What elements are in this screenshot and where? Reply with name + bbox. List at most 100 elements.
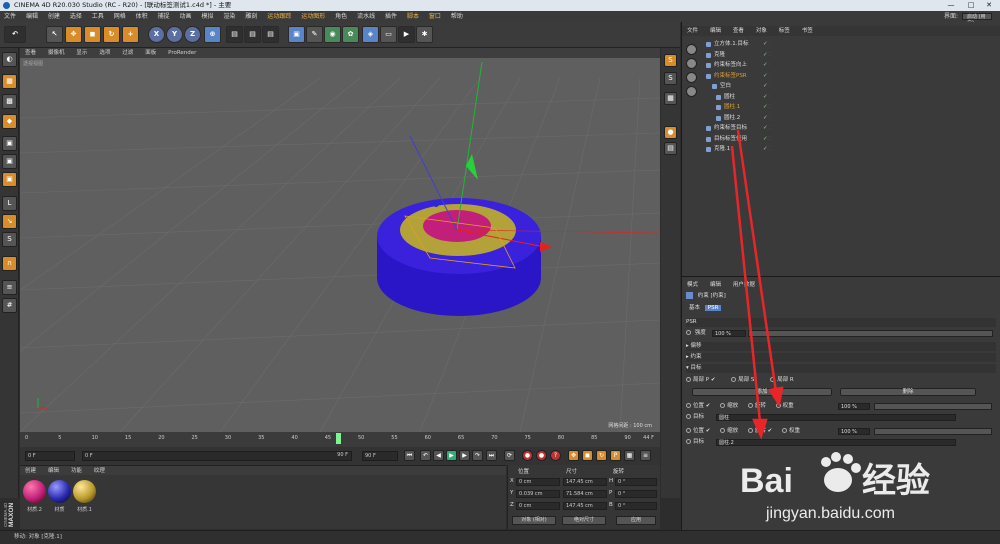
om-settings-icon[interactable] xyxy=(686,86,697,97)
object-enabled-check[interactable]: ✓ xyxy=(763,93,768,102)
coord-z-size[interactable]: 147.45 cm xyxy=(563,502,607,510)
object-row[interactable]: 圆柱.2 ✓ ⁚ xyxy=(706,114,996,123)
menu-snap[interactable]: 捕捉 xyxy=(154,11,174,22)
recent-tool-icon[interactable]: + xyxy=(122,26,139,43)
object-enabled-check[interactable]: ✓ xyxy=(763,40,768,49)
menu-animate[interactable]: 动画 xyxy=(176,11,196,22)
coord-mode-select[interactable]: 对象 (相对) xyxy=(512,516,556,525)
coord-z-position[interactable]: 0 cm xyxy=(516,502,560,510)
object-visibility-dots[interactable]: ⁚ xyxy=(769,93,771,102)
t1-target-dot[interactable] xyxy=(686,414,691,419)
coord-size-mode-select[interactable]: 绝对尺寸 xyxy=(562,516,606,525)
timeline-menu-icon[interactable]: ≡ xyxy=(640,450,651,461)
menu-edit[interactable]: 编辑 xyxy=(22,11,42,22)
render-picture-icon[interactable]: ▤ xyxy=(244,26,261,43)
menu-motion-tracking[interactable]: 运动跟踪 xyxy=(263,11,295,22)
strength-slider[interactable] xyxy=(748,330,993,337)
object-enabled-check[interactable]: ✓ xyxy=(763,51,768,60)
menu-mograph[interactable]: 运动图形 xyxy=(297,11,329,22)
workplane-icon[interactable]: ◆ xyxy=(2,114,17,129)
maximize-button[interactable]: □ xyxy=(962,0,980,11)
am-menu-edit[interactable]: 编辑 xyxy=(705,281,726,290)
points-mode-icon[interactable]: ▣ xyxy=(2,136,17,151)
goto-start-icon[interactable]: ⏮ xyxy=(404,450,415,461)
local-r-dot[interactable] xyxy=(770,377,776,382)
menu-mesh[interactable]: 网格 xyxy=(110,11,130,22)
layout-select[interactable]: 启动 (用户) xyxy=(962,13,992,26)
edges-mode-icon[interactable]: ▣ xyxy=(2,154,17,169)
y-axis-lock-icon[interactable]: Y xyxy=(166,26,183,43)
render-settings-icon[interactable]: ▤ xyxy=(262,26,279,43)
frame-start-field[interactable]: 0 F xyxy=(25,451,75,461)
workplane-snap-icon[interactable]: ▦ xyxy=(664,92,677,105)
t2-weight-slider[interactable] xyxy=(874,428,992,435)
am-group-target[interactable]: ▾ 目标 xyxy=(686,364,996,373)
coord-apply-button[interactable]: 应用 xyxy=(616,516,656,525)
object-enabled-check[interactable]: ✓ xyxy=(763,72,768,81)
rotate-icon[interactable]: ↻ xyxy=(103,26,120,43)
object-visibility-dots[interactable]: ⁚ xyxy=(769,82,771,91)
menu-window[interactable]: 窗口 xyxy=(425,11,445,22)
t1-target-field[interactable]: 圆柱 xyxy=(716,414,956,421)
material-tab-create[interactable]: 创建 xyxy=(20,467,41,476)
object-visibility-dots[interactable]: ⁚ xyxy=(769,40,771,49)
om-menu-tags[interactable]: 标签 xyxy=(774,26,795,36)
object-enabled-check[interactable]: ✓ xyxy=(763,124,768,133)
tweak-mode-icon[interactable]: ↘ xyxy=(2,214,17,229)
3d-viewport[interactable]: 透视视图 网格间距 : 100 cm xyxy=(20,58,660,432)
viewport-menu-prorender[interactable]: ProRender xyxy=(163,48,201,58)
object-enabled-check[interactable]: ✓ xyxy=(763,145,768,154)
object-visibility-dots[interactable]: ⁚ xyxy=(769,51,771,60)
t2-pos-dot[interactable] xyxy=(686,428,691,433)
object-row[interactable]: 约束标签目标 ✓ ⁚ xyxy=(706,124,996,133)
coord-y-position[interactable]: 0.039 cm xyxy=(516,490,560,498)
move-icon[interactable]: ✥ xyxy=(65,26,82,43)
frame-end-field[interactable]: 90 F xyxy=(320,451,350,461)
object-visibility-dots[interactable]: ⁚ xyxy=(769,61,771,70)
coord-x-position[interactable]: 0 cm xyxy=(516,478,560,486)
menu-render[interactable]: 渲染 xyxy=(219,11,239,22)
object-visibility-dots[interactable]: ⁚ xyxy=(769,124,771,133)
deformer-icon[interactable]: ◈ xyxy=(362,26,379,43)
object-visibility-dots[interactable]: ⁚ xyxy=(769,103,771,112)
am-group-constrain[interactable]: ▸ 约束 xyxy=(686,353,996,362)
loop-icon[interactable]: ⟳ xyxy=(504,450,515,461)
coord-b-rotation[interactable]: 0 ° xyxy=(615,502,657,510)
am-group-offset[interactable]: ▸ 偏移 xyxy=(686,342,996,351)
t2-target-field[interactable]: 圆柱.2 xyxy=(716,439,956,446)
material-swatch-2[interactable] xyxy=(23,480,46,503)
pen-icon[interactable]: ✎ xyxy=(306,26,323,43)
am-menu-userdata[interactable]: 用户数据 xyxy=(728,281,760,290)
quantize-icon[interactable]: ● xyxy=(664,126,677,139)
snap-icon[interactable]: S xyxy=(2,232,17,247)
om-menu-objects[interactable]: 对象 xyxy=(751,26,772,36)
texture-mode-icon[interactable]: ▩ xyxy=(2,94,17,109)
next-frame-icon[interactable]: ▶ xyxy=(459,450,470,461)
material-swatch-3[interactable] xyxy=(73,480,96,503)
object-visibility-dots[interactable]: ⁚ xyxy=(769,145,771,154)
remove-target-button[interactable]: 删除 xyxy=(840,388,976,396)
model-mode-icon[interactable]: ▦ xyxy=(2,74,17,89)
camera-icon[interactable]: ▶ xyxy=(398,26,415,43)
key-pla-icon[interactable]: ▦ xyxy=(624,450,635,461)
menu-help[interactable]: 帮助 xyxy=(447,11,467,22)
strength-anim-dot[interactable] xyxy=(686,330,691,335)
scale-icon[interactable]: ◼ xyxy=(84,26,101,43)
x-axis-lock-icon[interactable]: X xyxy=(148,26,165,43)
object-enabled-check[interactable]: ✓ xyxy=(763,103,768,112)
subdivision-icon[interactable]: ◉ xyxy=(324,26,341,43)
axis-mode-icon[interactable]: L xyxy=(2,196,17,211)
om-menu-file[interactable]: 文件 xyxy=(682,26,703,36)
object-enabled-check[interactable]: ✓ xyxy=(763,61,768,70)
om-menu-bookmarks[interactable]: 书签 xyxy=(797,26,818,36)
object-enabled-check[interactable]: ✓ xyxy=(763,135,768,144)
t1-pos-dot[interactable] xyxy=(686,403,691,408)
strength-field[interactable]: 100 % xyxy=(712,330,746,337)
menu-select[interactable]: 选择 xyxy=(66,11,86,22)
menu-pipeline[interactable]: 流水线 xyxy=(353,11,379,22)
object-enabled-check[interactable]: ✓ xyxy=(763,114,768,123)
menu-file[interactable]: 文件 xyxy=(0,11,20,22)
om-filter-icon[interactable] xyxy=(686,58,697,69)
viewport-menu-options[interactable]: 选项 xyxy=(94,48,115,58)
menu-plugins[interactable]: 插件 xyxy=(381,11,401,22)
